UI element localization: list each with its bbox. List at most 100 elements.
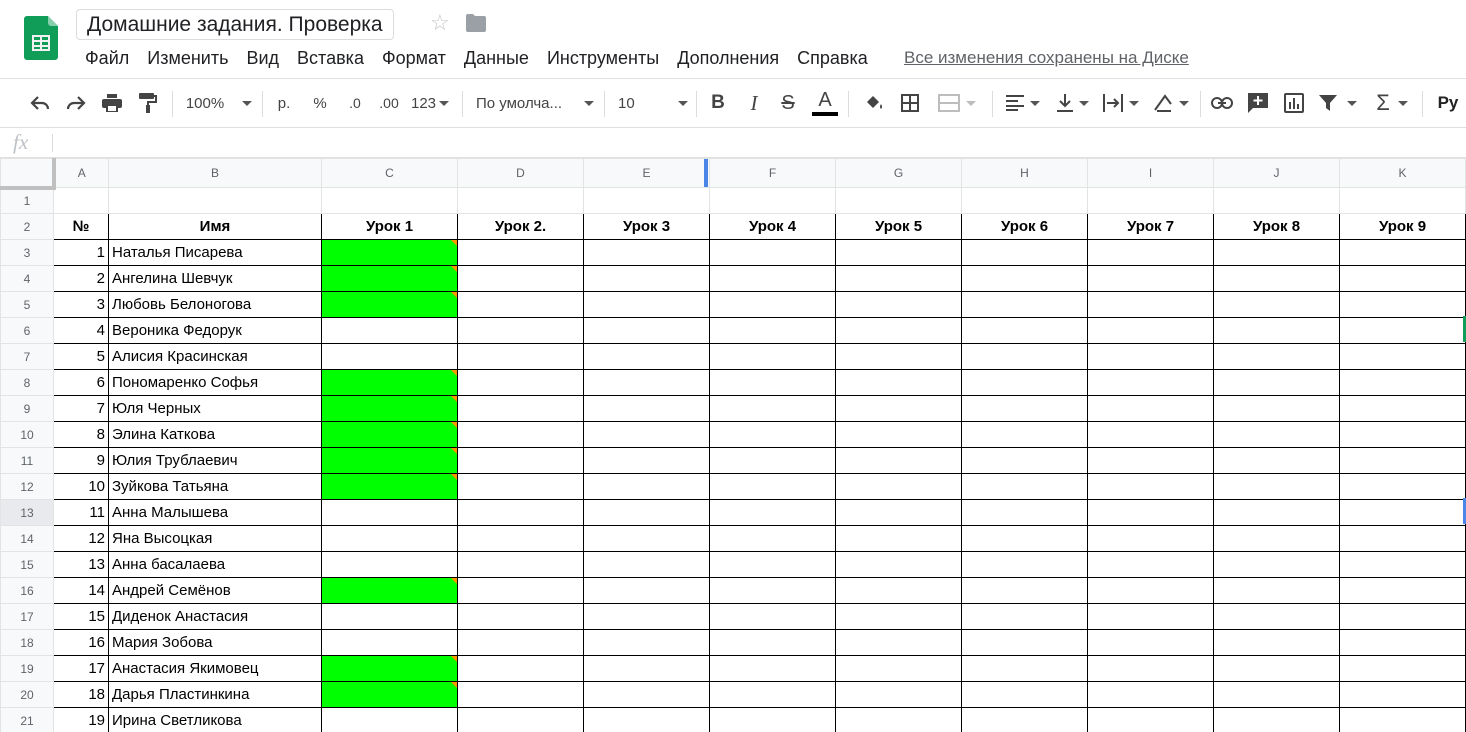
table-cell[interactable]: [108, 187, 322, 214]
lesson-cell[interactable]: [583, 239, 710, 266]
column-header[interactable]: A: [53, 158, 109, 188]
lesson-cell[interactable]: [1213, 525, 1340, 552]
lesson-cell[interactable]: [1213, 707, 1340, 732]
name-cell[interactable]: Анастасия Якимовец: [108, 655, 322, 682]
name-cell[interactable]: Юлия Трублаевич: [108, 447, 322, 474]
lesson-cell[interactable]: [583, 681, 710, 708]
horizontal-align-button[interactable]: [1002, 79, 1044, 127]
lesson-cell[interactable]: [1213, 629, 1340, 656]
zoom-select[interactable]: 100%: [182, 79, 256, 127]
menu-view[interactable]: Вид: [237, 44, 288, 72]
lesson-cell[interactable]: [1087, 525, 1214, 552]
lesson-cell[interactable]: [1339, 291, 1466, 318]
lesson-cell[interactable]: [583, 655, 710, 682]
name-cell[interactable]: Любовь Белоногова: [108, 291, 322, 318]
lesson-cell[interactable]: [1339, 603, 1466, 630]
lesson-cell[interactable]: [457, 629, 584, 656]
lesson-cell[interactable]: [835, 629, 962, 656]
lesson-cell[interactable]: [1213, 447, 1340, 474]
lesson-cell[interactable]: [709, 525, 836, 552]
lesson-cell[interactable]: [1339, 343, 1466, 370]
strikethrough-button[interactable]: S: [774, 79, 802, 127]
lesson-cell[interactable]: [709, 265, 836, 292]
number-cell[interactable]: 14: [53, 577, 109, 604]
column-header[interactable]: H: [961, 158, 1088, 188]
lesson-cell[interactable]: [835, 707, 962, 732]
lesson-cell[interactable]: [961, 421, 1088, 448]
number-cell[interactable]: 18: [53, 681, 109, 708]
menu-format[interactable]: Формат: [373, 44, 455, 72]
select-all-corner[interactable]: [0, 158, 56, 190]
table-cell[interactable]: Урок 4: [709, 213, 836, 240]
lesson-cell[interactable]: [835, 473, 962, 500]
lesson-cell[interactable]: [835, 603, 962, 630]
lesson-cell[interactable]: [583, 395, 710, 422]
row-header[interactable]: 13: [0, 499, 54, 526]
lesson-cell[interactable]: [583, 525, 710, 552]
lesson-cell[interactable]: [1339, 525, 1466, 552]
lesson-cell[interactable]: [709, 447, 836, 474]
lesson-cell[interactable]: [835, 317, 962, 344]
lesson-cell[interactable]: [1213, 681, 1340, 708]
number-cell[interactable]: 9: [53, 447, 109, 474]
lesson-cell[interactable]: [1087, 447, 1214, 474]
lesson-cell[interactable]: [1339, 629, 1466, 656]
lesson-cell[interactable]: [1087, 603, 1214, 630]
lesson-cell[interactable]: [709, 239, 836, 266]
lesson-cell[interactable]: [1213, 473, 1340, 500]
row-header[interactable]: 3: [0, 239, 54, 266]
lesson-cell[interactable]: [583, 499, 710, 526]
print-button[interactable]: [98, 79, 126, 127]
lesson-cell[interactable]: [1213, 291, 1340, 318]
column-header[interactable]: B: [108, 158, 322, 188]
number-cell[interactable]: 7: [53, 395, 109, 422]
lesson-cell[interactable]: [835, 239, 962, 266]
lesson-cell[interactable]: [1087, 577, 1214, 604]
row-header[interactable]: 21: [0, 707, 54, 732]
menu-help[interactable]: Справка: [788, 44, 877, 72]
lesson-cell[interactable]: [321, 317, 458, 344]
row-header[interactable]: 4: [0, 265, 54, 292]
lesson-cell[interactable]: [1339, 551, 1466, 578]
name-cell[interactable]: Диденок Анастасия: [108, 603, 322, 630]
lesson-cell[interactable]: [1339, 577, 1466, 604]
lesson-cell[interactable]: [1213, 239, 1340, 266]
table-cell[interactable]: [961, 187, 1088, 214]
lesson-cell[interactable]: [835, 395, 962, 422]
lesson-cell-done[interactable]: [321, 421, 458, 448]
lesson-cell[interactable]: [1087, 707, 1214, 732]
lesson-cell-done[interactable]: [321, 681, 458, 708]
formula-input[interactable]: [58, 128, 1458, 157]
table-cell[interactable]: [457, 187, 584, 214]
lesson-cell[interactable]: [583, 343, 710, 370]
table-cell[interactable]: Урок 6: [961, 213, 1088, 240]
name-cell[interactable]: Юля Черных: [108, 395, 322, 422]
lesson-cell[interactable]: [321, 343, 458, 370]
lesson-cell[interactable]: [583, 551, 710, 578]
lesson-cell[interactable]: [321, 603, 458, 630]
lesson-cell[interactable]: [1339, 369, 1466, 396]
number-cell[interactable]: 6: [53, 369, 109, 396]
row-header[interactable]: 10: [0, 421, 54, 448]
lesson-cell[interactable]: [457, 291, 584, 318]
lesson-cell[interactable]: [709, 681, 836, 708]
lesson-cell[interactable]: [1087, 369, 1214, 396]
fill-color-button[interactable]: [860, 79, 888, 127]
lesson-cell[interactable]: [961, 655, 1088, 682]
lesson-cell[interactable]: [1339, 707, 1466, 732]
number-cell[interactable]: 16: [53, 629, 109, 656]
lesson-cell[interactable]: [961, 473, 1088, 500]
lesson-cell[interactable]: [1087, 551, 1214, 578]
insert-link-button[interactable]: [1208, 79, 1236, 127]
save-status-link[interactable]: Все изменения сохранены на Диске: [904, 44, 1189, 72]
name-cell[interactable]: Андрей Семёнов: [108, 577, 322, 604]
table-cell[interactable]: [53, 187, 109, 214]
lesson-cell[interactable]: [457, 707, 584, 732]
text-rotation-button[interactable]: [1150, 79, 1192, 127]
text-color-button[interactable]: A: [810, 79, 840, 127]
lesson-cell[interactable]: [709, 499, 836, 526]
lesson-cell[interactable]: [1213, 369, 1340, 396]
lesson-cell-done[interactable]: [321, 473, 458, 500]
lesson-cell[interactable]: [835, 369, 962, 396]
lesson-cell[interactable]: [1087, 395, 1214, 422]
